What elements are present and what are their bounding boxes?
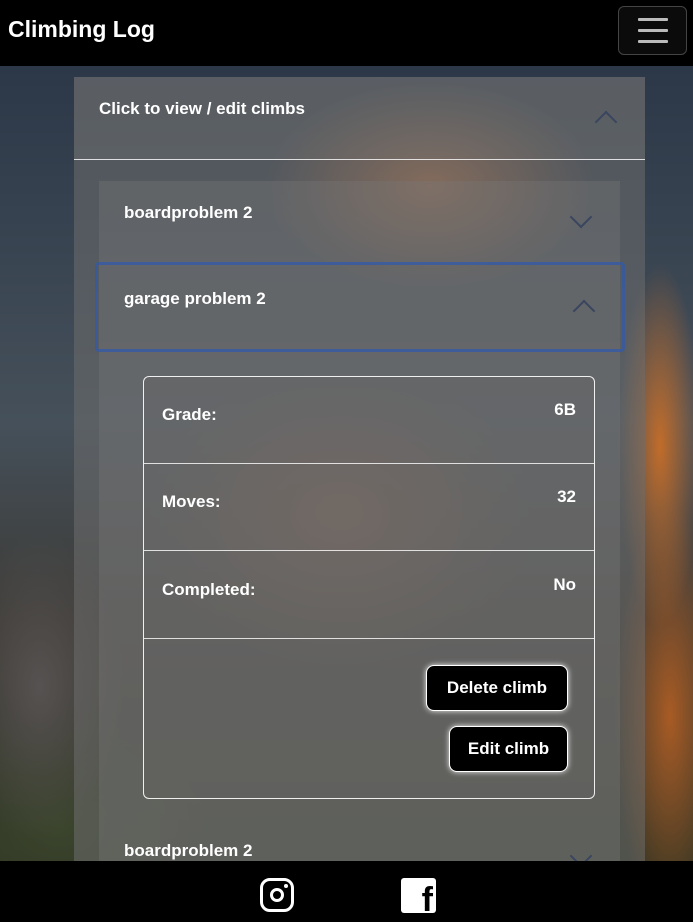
grade-row: Grade: 6B <box>144 377 594 464</box>
accordion-item-label: boardproblem 2 <box>124 841 253 860</box>
instagram-icon[interactable] <box>260 878 294 912</box>
moves-label: Moves: <box>162 492 221 511</box>
accordion-item-boardproblem-2[interactable]: boardproblem 2 <box>99 181 620 261</box>
chevron-down-icon <box>569 844 593 861</box>
grade-label: Grade: <box>162 405 217 424</box>
completed-row: Completed: No <box>144 551 594 639</box>
hamburger-menu-icon[interactable] <box>618 6 687 55</box>
chevron-down-icon <box>569 205 593 229</box>
moves-value: 32 <box>557 487 576 506</box>
footer <box>0 861 693 922</box>
accordion-item-label: garage problem 2 <box>124 289 266 308</box>
edit-climb-button[interactable]: Edit climb <box>449 726 568 772</box>
climb-detail-panel: Grade: 6B Moves: 32 Completed: No Delete… <box>143 376 595 799</box>
navbar: Climbing Log <box>0 0 693 66</box>
brand-title[interactable]: Climbing Log <box>8 16 155 43</box>
accordion-item-garage-problem-2[interactable]: garage problem 2 <box>95 262 625 352</box>
accordion-item-label: boardproblem 2 <box>124 203 253 222</box>
facebook-icon[interactable]: f <box>401 878 436 913</box>
chevron-up-icon <box>572 299 596 323</box>
moves-row: Moves: 32 <box>144 464 594 551</box>
accordion-header-label: Click to view / edit climbs <box>99 99 305 118</box>
delete-climb-button[interactable]: Delete climb <box>426 665 568 711</box>
climbs-accordion-header[interactable]: Click to view / edit climbs <box>74 77 645 160</box>
chevron-up-icon <box>594 110 618 134</box>
grade-value: 6B <box>554 400 576 419</box>
accordion-item-boardproblem-2[interactable]: boardproblem 2 <box>99 820 620 861</box>
completed-label: Completed: <box>162 580 256 599</box>
completed-value: No <box>553 575 576 594</box>
